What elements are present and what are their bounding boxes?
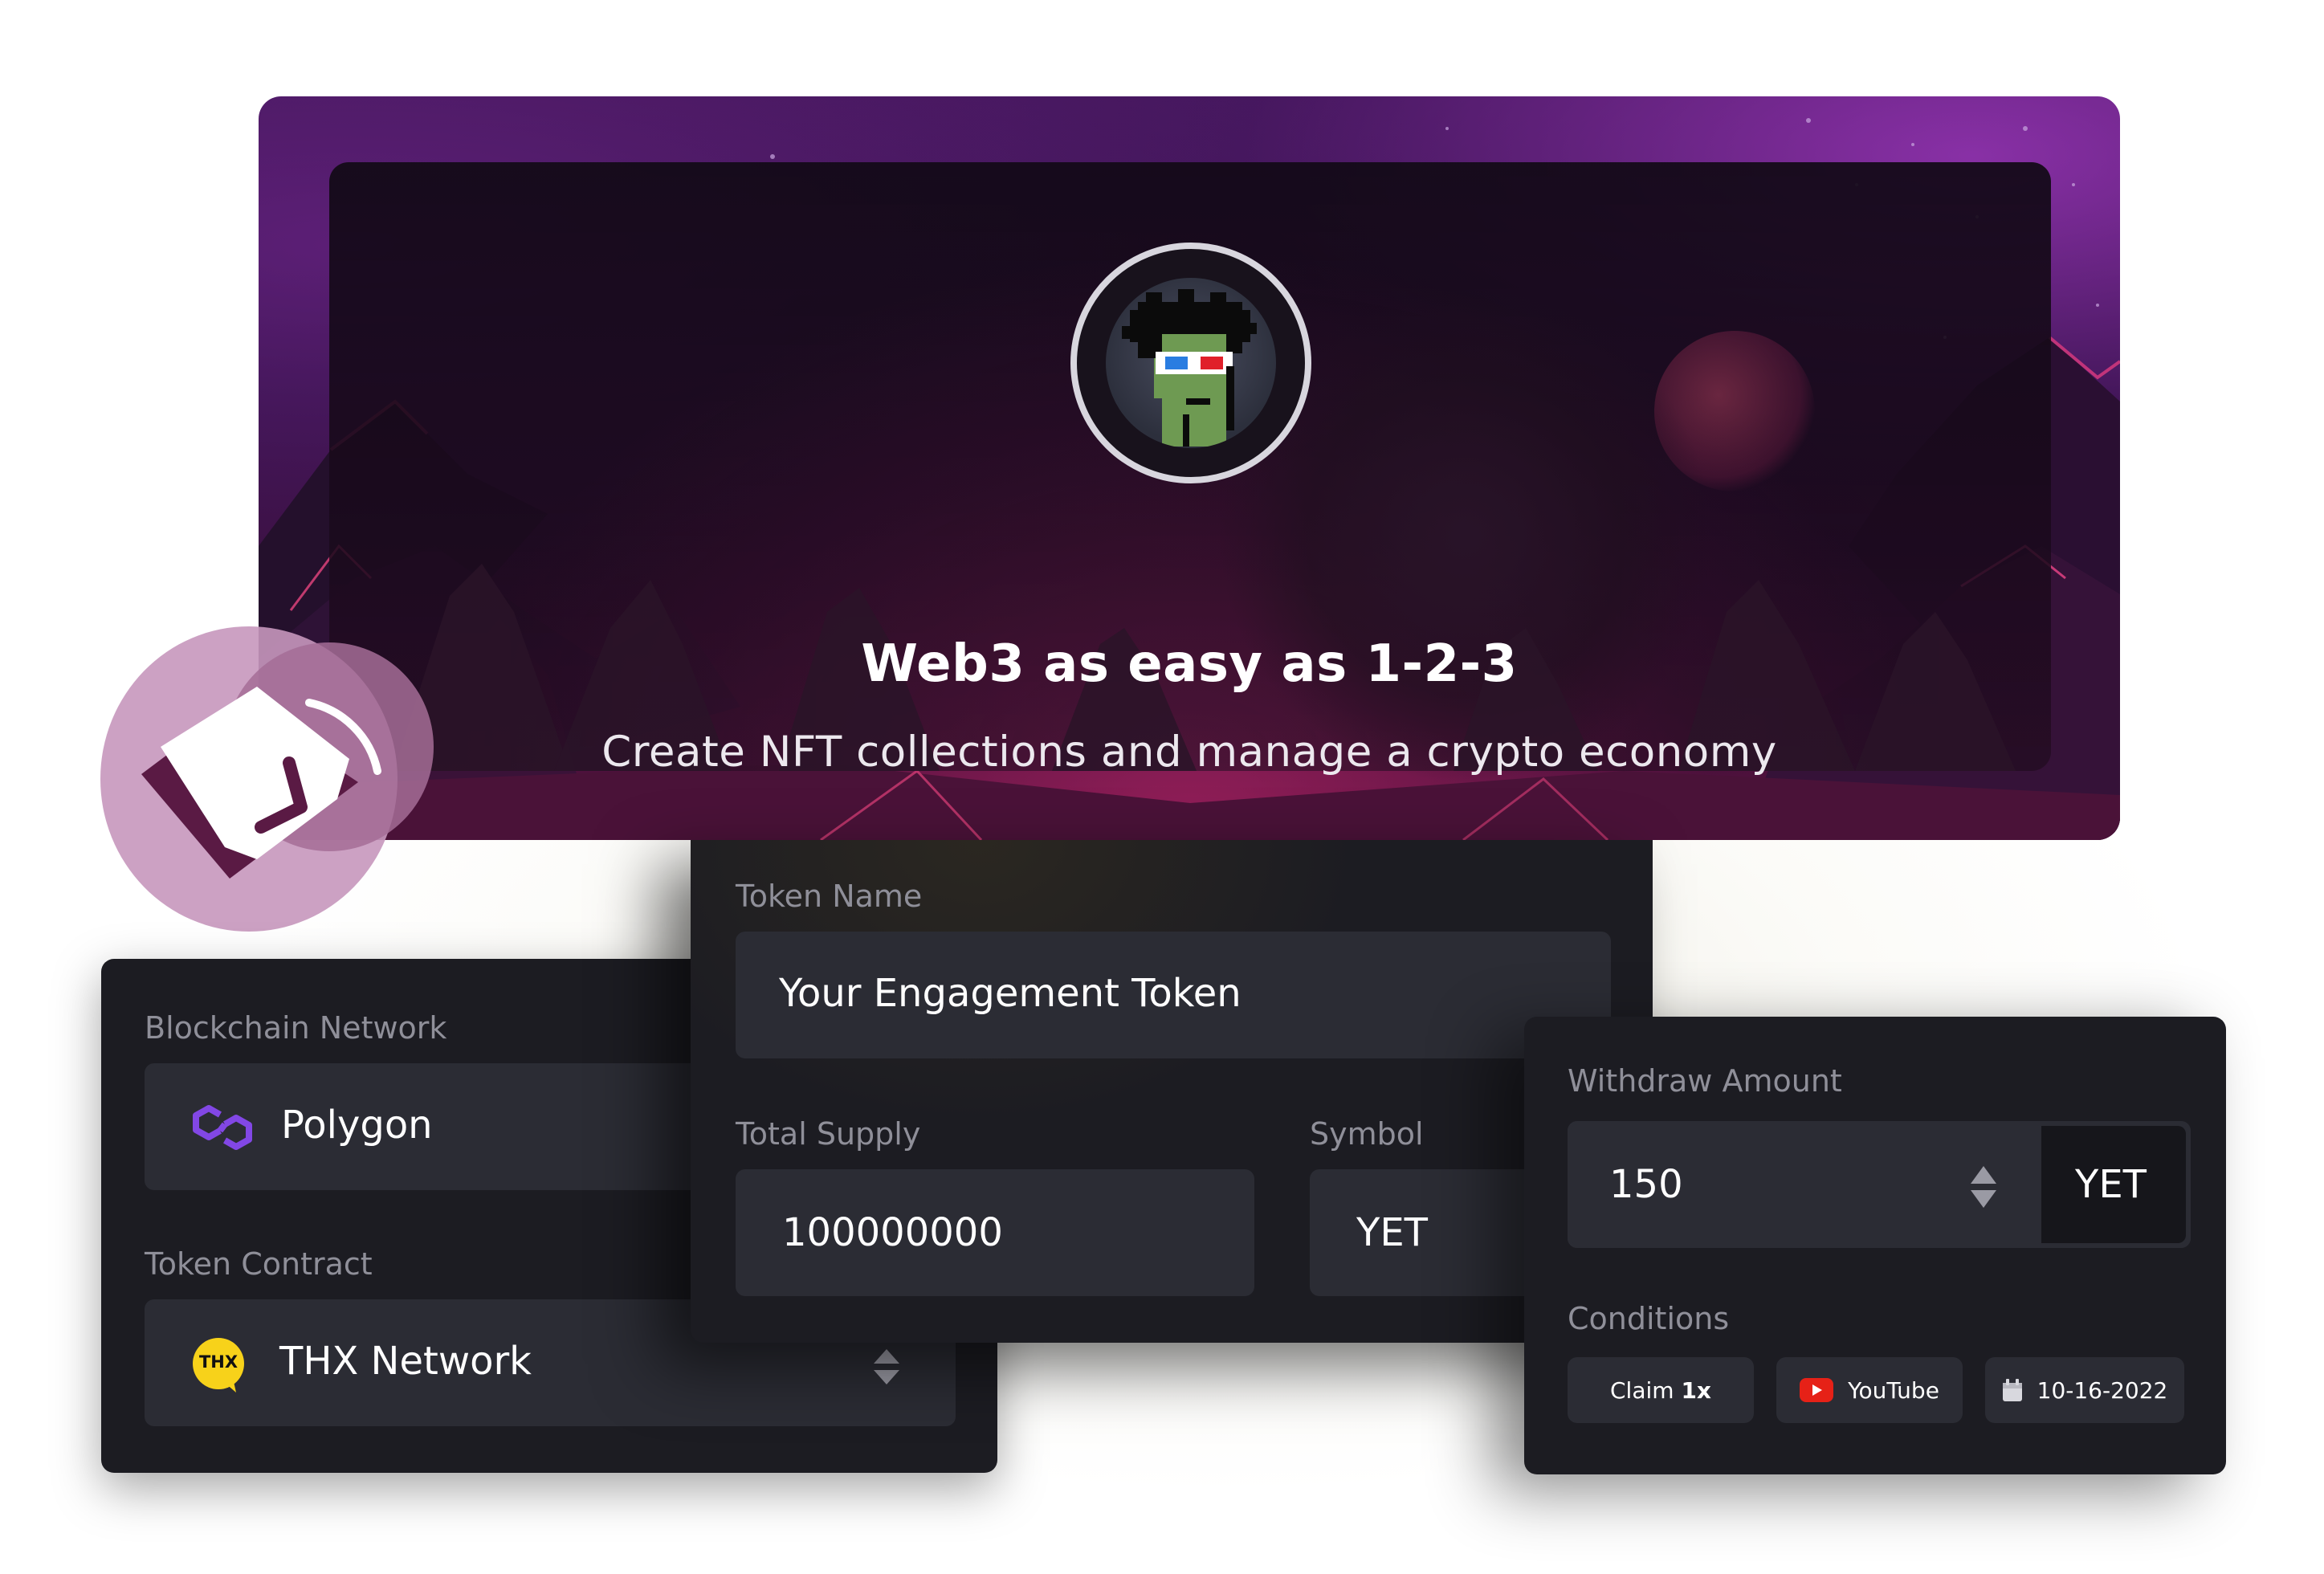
token-contract-label: Token Contract (145, 1246, 373, 1282)
avatar-punk-icon (1122, 289, 1257, 447)
thx-brand-logo-icon (96, 626, 434, 964)
hero-banner: Web3 as easy as 1-2-3 Create NFT collect… (259, 96, 2120, 840)
total-supply-value: 100000000 (782, 1210, 1003, 1255)
thx-logo-icon: THX (190, 1336, 247, 1394)
hero-title: Web3 as easy as 1-2-3 (861, 634, 1518, 694)
calendar-icon (2002, 1378, 2023, 1402)
total-supply-input[interactable]: 100000000 (736, 1169, 1254, 1296)
token-card: Token Name Your Engagement Token Total S… (691, 840, 1653, 1343)
youtube-icon (1800, 1378, 1834, 1402)
youtube-chip[interactable]: YouTube (1776, 1357, 1963, 1423)
token-contract-value: THX Network (279, 1339, 532, 1384)
withdraw-amount-label: Withdraw Amount (1568, 1063, 1842, 1099)
date-chip[interactable]: 10-16-2022 (1985, 1357, 2184, 1423)
token-name-input[interactable]: Your Engagement Token (736, 932, 1611, 1058)
symbol-value: YET (1356, 1210, 1428, 1255)
polygon-icon (191, 1103, 254, 1155)
claim-chip-prefix: Claim (1610, 1376, 1674, 1404)
withdraw-amount-value: 150 (1609, 1162, 1683, 1207)
withdraw-amount-input[interactable]: 150 YET (1568, 1121, 2191, 1248)
stepper-icon[interactable] (872, 1348, 901, 1399)
stepper-icon[interactable] (1969, 1164, 1998, 1216)
claim-chip-count: 1x (1681, 1376, 1711, 1404)
symbol-label: Symbol (1310, 1116, 1424, 1152)
withdraw-unit: YET (2075, 1162, 2147, 1207)
thx-logo-text: THX (198, 1352, 239, 1372)
blockchain-network-label: Blockchain Network (145, 1010, 447, 1046)
withdraw-unit-box: YET (2041, 1126, 2186, 1243)
nft-avatar (1070, 243, 1311, 483)
blockchain-network-value: Polygon (281, 1103, 433, 1148)
date-chip-label: 10-16-2022 (2037, 1376, 2168, 1404)
hero-subtitle: Create NFT collections and manage a cryp… (601, 728, 1777, 777)
token-name-value: Your Engagement Token (779, 971, 1242, 1016)
conditions-label: Conditions (1568, 1301, 1730, 1336)
claim-chip[interactable]: Claim 1x (1568, 1357, 1754, 1423)
youtube-chip-label: YouTube (1848, 1376, 1939, 1404)
token-name-label: Token Name (736, 879, 923, 914)
total-supply-label: Total Supply (736, 1116, 921, 1152)
